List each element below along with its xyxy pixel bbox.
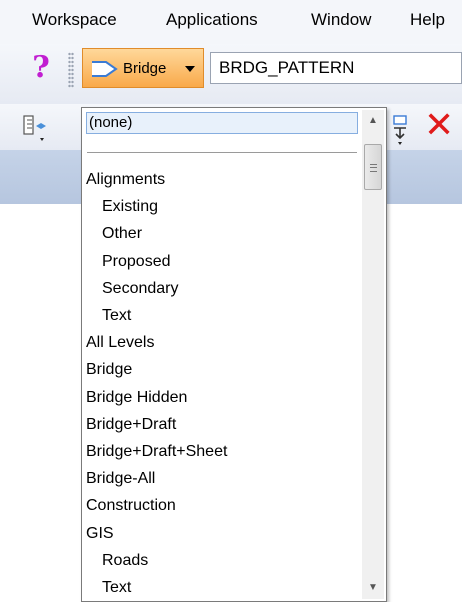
list-separator xyxy=(87,152,357,153)
list-item[interactable]: Bridge xyxy=(86,361,132,379)
scrollbar[interactable]: ▲ ▼ xyxy=(362,110,384,599)
toolbar-grip[interactable] xyxy=(68,52,74,88)
bridge-button-label: Bridge xyxy=(123,60,167,77)
scroll-thumb[interactable] xyxy=(364,144,382,190)
list-item[interactable]: Proposed xyxy=(102,253,171,271)
scroll-down-icon[interactable]: ▼ xyxy=(362,577,384,599)
list-item[interactable]: Bridge+Draft+Sheet xyxy=(86,443,227,461)
element-selection-icon[interactable] xyxy=(10,110,50,144)
level-dropdown-list[interactable]: (none) Alignments Existing Other Proposed Se… xyxy=(81,107,387,602)
chevron-down-icon xyxy=(185,66,195,72)
selected-option-label: (none) xyxy=(89,114,133,131)
list-item[interactable]: All Levels xyxy=(86,334,154,352)
list-item[interactable]: Secondary xyxy=(102,280,179,298)
list-item[interactable]: Roads xyxy=(102,552,148,570)
list-item[interactable]: Bridge-All xyxy=(86,470,155,488)
level-field-value: BRDG_PATTERN xyxy=(219,58,355,77)
levels-tool-icon[interactable] xyxy=(390,112,416,146)
list-item[interactable]: Text xyxy=(102,579,131,597)
grip-icon xyxy=(370,164,377,172)
list-item[interactable]: Text xyxy=(102,307,131,325)
list-item[interactable]: GIS xyxy=(86,525,114,543)
help-icon[interactable]: ? xyxy=(28,49,54,87)
menu-applications[interactable]: Applications xyxy=(166,10,258,30)
scroll-up-icon[interactable]: ▲ xyxy=(362,110,384,132)
bridge-button[interactable]: Bridge xyxy=(82,48,204,88)
list-item[interactable]: Bridge+Draft xyxy=(86,416,176,434)
selected-option[interactable]: (none) xyxy=(86,112,358,134)
menu-workspace[interactable]: Workspace xyxy=(32,10,117,30)
menu-help[interactable]: Help xyxy=(410,10,445,30)
delete-icon[interactable]: ✕ xyxy=(424,106,454,146)
list-item[interactable]: Existing xyxy=(102,198,158,216)
list-item[interactable]: Construction xyxy=(86,497,176,515)
list-item[interactable]: Alignments xyxy=(86,171,165,189)
bridge-icon xyxy=(92,61,118,77)
level-field[interactable]: BRDG_PATTERN xyxy=(210,52,462,84)
menu-window[interactable]: Window xyxy=(311,10,371,30)
menu-bar: Workspace Applications Window Help xyxy=(0,0,462,45)
attributes-toolbar: ? Bridge BRDG_PATTERN xyxy=(0,44,462,105)
list-item[interactable]: Bridge Hidden xyxy=(86,389,187,407)
list-item[interactable]: Other xyxy=(102,225,142,243)
